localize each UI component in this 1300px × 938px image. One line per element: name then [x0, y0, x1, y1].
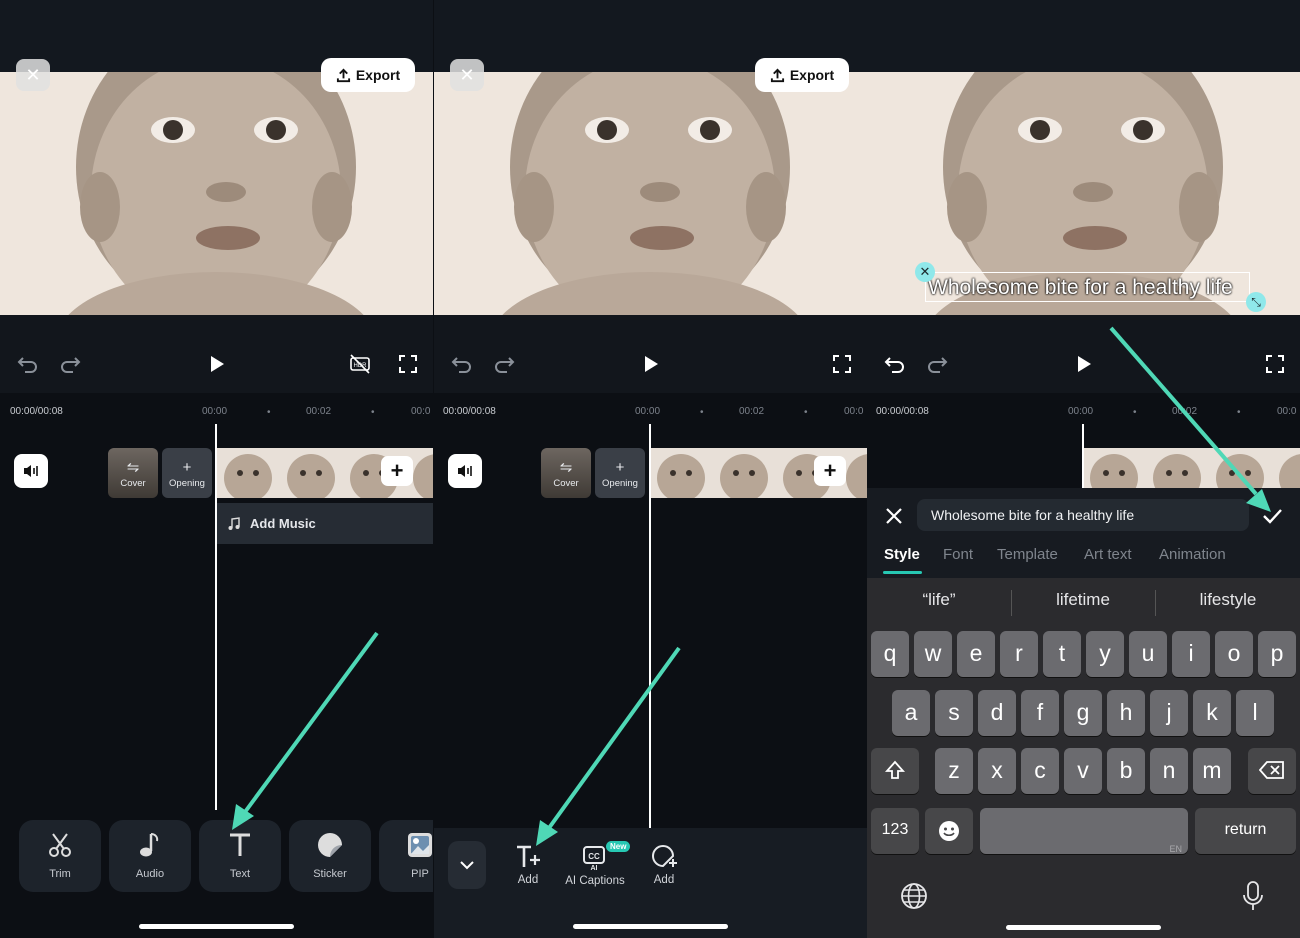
- panel-main-editor: ✕ Export HDR 00:00/00:08 00:00 • 00:02 •…: [0, 0, 433, 938]
- annotation-arrow: [536, 646, 681, 846]
- panel-text-editor: Wholesome bite for a healthy life ✕ ⤡ 00…: [867, 0, 1300, 938]
- annotation-arrow: [1109, 326, 1271, 512]
- annotation-arrow: [232, 631, 379, 830]
- panel-text-menu: ✕ Export 00:00/00:08 00:00 • 00:02 • 00:…: [434, 0, 867, 938]
